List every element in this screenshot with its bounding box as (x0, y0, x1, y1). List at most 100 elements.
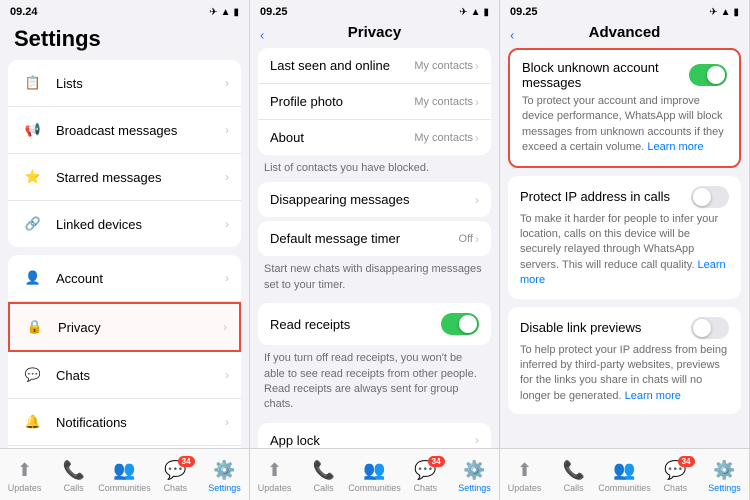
back-button-advanced[interactable]: ‹ (510, 28, 514, 43)
tab-settings-3[interactable]: ⚙️ Settings (700, 456, 749, 493)
privacy-item-applock[interactable]: App lock › (258, 423, 491, 448)
status-bar-2: 09.25 ✈ ▲ ▮ (250, 0, 499, 22)
advanced-panel: 09.25 ✈ ▲ ▮ ‹ Advanced Block unknown acc… (500, 0, 750, 500)
privacy-header: ‹ Privacy (250, 22, 499, 48)
tab-communities-3[interactable]: 👥 Communities (598, 456, 651, 493)
disable-link-item: Disable link previews To help protect yo… (508, 307, 741, 415)
tab-calls-2[interactable]: 📞 Calls (299, 456, 348, 493)
read-receipts-toggle[interactable] (441, 313, 479, 335)
communities-tab-icon-2: 👥 (363, 460, 385, 481)
updates-tab-icon: ⬆ (17, 460, 32, 481)
updates-tab-label: Updates (8, 483, 42, 493)
about-value: My contacts (414, 132, 473, 144)
privacy-who-block: Last seen and online My contacts › Profi… (258, 48, 491, 155)
privacy-item-timer[interactable]: Default message timer Off › (258, 221, 491, 256)
tab-updates-3[interactable]: ⬆ Updates (500, 456, 549, 493)
communities-tab-label-3: Communities (598, 483, 651, 493)
settings-item-broadcast[interactable]: 📢 Broadcast messages › (8, 107, 241, 154)
back-button-privacy[interactable]: ‹ (260, 28, 264, 43)
photo-chevron: › (475, 95, 479, 109)
settings-item-storage[interactable]: 💾 Storage and data › (8, 446, 241, 448)
lists-chevron: › (225, 76, 229, 90)
chats-icon: 💬 (20, 362, 46, 388)
settings-item-account[interactable]: 👤 Account › (8, 255, 241, 302)
notifications-chevron: › (225, 415, 229, 429)
disable-link-block: Disable link previews To help protect yo… (508, 307, 741, 415)
chats-badge: 34 (178, 456, 195, 467)
starred-chevron: › (225, 170, 229, 184)
tab-bar-3: ⬆ Updates 📞 Calls 👥 Communities 💬34 Chat… (500, 448, 749, 500)
block-unknown-block: Block unknown account messages To protec… (508, 48, 741, 168)
chats-tab-icon: 💬34 (164, 460, 186, 481)
tab-communities-1[interactable]: 👥 Communities (98, 456, 151, 493)
status-bar-1: 09.24 ✈ ▲ ▮ (0, 0, 249, 22)
privacy-item-photo[interactable]: Profile photo My contacts › (258, 84, 491, 120)
airplane-icon: ✈ (209, 7, 217, 18)
tab-communities-2[interactable]: 👥 Communities (348, 456, 401, 493)
privacy-icon: 🔒 (22, 314, 48, 340)
tab-updates-2[interactable]: ⬆ Updates (250, 456, 299, 493)
tab-calls-1[interactable]: 📞 Calls (49, 456, 98, 493)
advanced-title: Advanced (589, 24, 661, 41)
settings-item-privacy[interactable]: 🔒 Privacy › (8, 302, 241, 352)
timer-value: Off (459, 233, 473, 245)
tab-bar-1: ⬆ Updates 📞 Calls 👥 Communities 💬34 Chat… (0, 448, 249, 500)
chats-badge-2: 34 (428, 456, 445, 467)
settings-tab-icon-3: ⚙️ (713, 460, 735, 481)
settings-item-linked[interactable]: 🔗 Linked devices › (8, 201, 241, 247)
tab-updates-1[interactable]: ⬆ Updates (0, 456, 49, 493)
block-unknown-link[interactable]: Learn more (647, 141, 703, 153)
block-unknown-desc: To protect your account and improve devi… (522, 94, 727, 156)
tab-settings-1[interactable]: ⚙️ Settings (200, 456, 249, 493)
battery-icon-2: ▮ (483, 7, 489, 18)
tab-calls-3[interactable]: 📞 Calls (549, 456, 598, 493)
settings-panel: 09.24 ✈ ▲ ▮ Settings 📋 Lists › 📢 Broadca… (0, 0, 250, 500)
calls-tab-label: Calls (64, 483, 84, 493)
updates-tab-icon-2: ⬆ (267, 460, 282, 481)
disable-link-desc: To help protect your IP address from bei… (520, 343, 729, 405)
status-time-2: 09.25 (260, 6, 288, 18)
status-bar-3: 09.25 ✈ ▲ ▮ (500, 0, 749, 22)
calls-tab-icon: 📞 (62, 460, 84, 481)
privacy-title: Privacy (348, 24, 401, 41)
privacy-label: Privacy (58, 320, 223, 335)
wifi-icon-2: ▲ (471, 7, 481, 18)
photo-value: My contacts (414, 96, 473, 108)
updates-tab-label-3: Updates (508, 483, 542, 493)
settings-item-chats[interactable]: 💬 Chats › (8, 352, 241, 399)
wifi-icon-3: ▲ (721, 7, 731, 18)
applock-label: App lock (270, 433, 320, 448)
tab-settings-2[interactable]: ⚙️ Settings (450, 456, 499, 493)
notifications-label: Notifications (56, 415, 225, 430)
settings-item-lists[interactable]: 📋 Lists › (8, 60, 241, 107)
block-unknown-item: Block unknown account messages To protec… (510, 50, 739, 166)
privacy-item-lastseen[interactable]: Last seen and online My contacts › (258, 48, 491, 84)
linked-label: Linked devices (56, 217, 225, 232)
disable-link-link[interactable]: Learn more (625, 390, 681, 402)
airplane-icon-2: ✈ (459, 7, 467, 18)
block-unknown-toggle[interactable] (689, 64, 727, 86)
protect-ip-block: Protect IP address in calls To make it h… (508, 176, 741, 299)
privacy-item-disappearing[interactable]: Disappearing messages › (258, 182, 491, 217)
account-icon: 👤 (20, 265, 46, 291)
app-lock-block: App lock › (258, 423, 491, 448)
settings-tab-label-2: Settings (458, 483, 491, 493)
settings-content: 📋 Lists › 📢 Broadcast messages › ⭐ Starr… (0, 60, 249, 448)
settings-item-starred[interactable]: ⭐ Starred messages › (8, 154, 241, 201)
protect-ip-toggle[interactable] (691, 186, 729, 208)
status-icons-3: ✈ ▲ ▮ (709, 7, 739, 18)
blocked-text: List of contacts you have blocked. (250, 157, 499, 182)
applock-chevron: › (475, 433, 479, 447)
settings-item-notifications[interactable]: 🔔 Notifications › (8, 399, 241, 446)
privacy-chevron: › (223, 320, 227, 334)
tab-chats-1[interactable]: 💬34 Chats (151, 456, 200, 493)
disable-link-toggle[interactable] (691, 317, 729, 339)
tab-chats-3[interactable]: 💬34 Chats (651, 456, 700, 493)
tab-chats-2[interactable]: 💬34 Chats (401, 456, 450, 493)
updates-tab-label-2: Updates (258, 483, 292, 493)
about-chevron: › (475, 131, 479, 145)
privacy-item-about[interactable]: About My contacts › (258, 120, 491, 155)
chats-tab-icon-2: 💬34 (414, 460, 436, 481)
disappearing-block: Disappearing messages › (258, 182, 491, 217)
lastseen-value: My contacts (414, 60, 473, 72)
